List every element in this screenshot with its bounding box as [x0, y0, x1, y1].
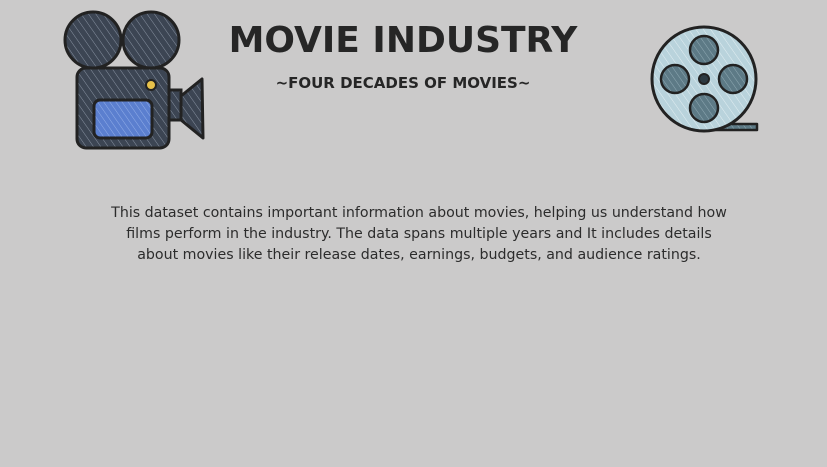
dataset-description: This dataset contains important informat… — [111, 205, 727, 263]
film-reel-icon — [650, 25, 759, 133]
